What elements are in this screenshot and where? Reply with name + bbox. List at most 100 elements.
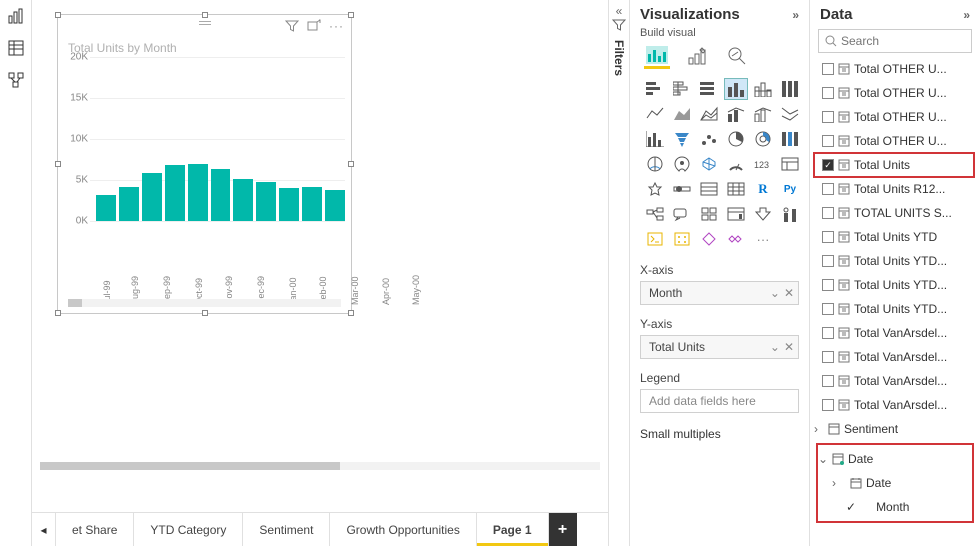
viz-type-item[interactable]: [671, 229, 693, 249]
viz-type-item[interactable]: [644, 154, 666, 174]
data-view-icon[interactable]: [6, 38, 26, 58]
field-list-item[interactable]: Total Units YTD...: [814, 273, 980, 297]
field-checkbox[interactable]: [822, 183, 834, 195]
resize-handle[interactable]: [348, 310, 354, 316]
bar[interactable]: [211, 169, 231, 221]
field-list-item[interactable]: Total VanArsdel...: [814, 345, 980, 369]
bar[interactable]: [302, 187, 322, 221]
field-list-item[interactable]: Total VanArsdel...: [814, 369, 980, 393]
report-canvas[interactable]: ··· Total Units by Month 0K5K10K15K20KJu…: [32, 0, 608, 512]
viz-type-item[interactable]: [698, 229, 720, 249]
field-list-item[interactable]: Total Units R12...: [814, 177, 980, 201]
bar[interactable]: [119, 187, 139, 221]
filter-icon[interactable]: [285, 19, 299, 33]
viz-type-item[interactable]: [698, 154, 720, 174]
collapse-data-icon[interactable]: »: [963, 8, 970, 22]
resize-handle[interactable]: [55, 161, 61, 167]
y-axis-field-chip[interactable]: Total Units: [649, 340, 705, 354]
viz-type-item[interactable]: [698, 79, 720, 99]
collapse-visualizations-icon[interactable]: »: [792, 8, 799, 22]
viz-type-item[interactable]: [644, 229, 666, 249]
field-list-item[interactable]: Total VanArsdel...: [814, 393, 980, 417]
bar[interactable]: [165, 165, 185, 221]
field-checkbox[interactable]: [822, 111, 834, 123]
add-page-button[interactable]: +: [549, 513, 577, 546]
viz-type-item[interactable]: [725, 104, 747, 124]
field-checkbox[interactable]: [822, 207, 834, 219]
field-list-item[interactable]: ✓Total Units: [814, 153, 974, 177]
format-visual-tab[interactable]: [684, 43, 710, 69]
viz-type-item[interactable]: [671, 104, 693, 124]
field-checkbox[interactable]: [822, 327, 834, 339]
viz-type-item[interactable]: [698, 129, 720, 149]
viz-type-item[interactable]: [725, 154, 747, 174]
viz-type-item[interactable]: [725, 204, 747, 224]
build-visual-tab[interactable]: [644, 43, 670, 69]
viz-type-item[interactable]: [752, 204, 774, 224]
viz-type-item[interactable]: [644, 79, 666, 99]
viz-type-item[interactable]: [644, 129, 666, 149]
page-tab[interactable]: Growth Opportunities: [330, 513, 476, 546]
resize-handle[interactable]: [202, 310, 208, 316]
expand-caret-icon[interactable]: ›: [832, 476, 842, 490]
expand-caret-icon[interactable]: ›: [814, 422, 824, 436]
viz-type-item[interactable]: [644, 179, 666, 199]
data-search[interactable]: [818, 29, 972, 53]
legend-well[interactable]: Add data fields here: [640, 389, 799, 413]
chevron-down-icon[interactable]: ⌄: [770, 340, 780, 354]
bar[interactable]: [142, 173, 162, 221]
field-list-item[interactable]: Total OTHER U...: [814, 105, 980, 129]
viz-type-item[interactable]: [779, 154, 801, 174]
field-checkbox[interactable]: [822, 135, 834, 147]
viz-type-item[interactable]: [725, 229, 747, 249]
table-name[interactable]: Date: [848, 452, 873, 466]
bar[interactable]: [279, 188, 299, 221]
field-checkbox[interactable]: [822, 375, 834, 387]
table-node[interactable]: ⌄Date: [818, 447, 972, 471]
focus-mode-icon[interactable]: [307, 19, 321, 33]
field-list-item[interactable]: ✓Month: [818, 495, 972, 519]
field-checkbox[interactable]: ✓: [822, 159, 834, 171]
viz-type-item[interactable]: [671, 154, 693, 174]
field-list-item[interactable]: Total Units YTD: [814, 225, 980, 249]
remove-field-icon[interactable]: ✕: [784, 340, 794, 354]
visual-h-scrollbar[interactable]: [68, 299, 341, 307]
viz-type-item[interactable]: [752, 104, 774, 124]
field-list-item[interactable]: Total OTHER U...: [814, 57, 980, 81]
viz-type-item[interactable]: [725, 129, 747, 149]
viz-type-item[interactable]: [779, 204, 801, 224]
viz-type-item[interactable]: [779, 129, 801, 149]
viz-type-item[interactable]: [644, 204, 666, 224]
canvas-h-scrollbar[interactable]: [40, 462, 600, 470]
field-list-item[interactable]: Total Units YTD...: [814, 249, 980, 273]
page-tab[interactable]: YTD Category: [134, 513, 243, 546]
field-list-item[interactable]: Total VanArsdel...: [814, 321, 980, 345]
tabs-scroll-left[interactable]: ◂: [32, 513, 56, 546]
y-axis-well[interactable]: Total Units ⌄ ✕: [640, 335, 799, 359]
x-axis-field-chip[interactable]: Month: [649, 286, 682, 300]
viz-type-item[interactable]: [725, 79, 747, 99]
resize-handle[interactable]: [55, 12, 61, 18]
field-checkbox[interactable]: [822, 231, 834, 243]
viz-type-item[interactable]: [752, 129, 774, 149]
filters-pane-collapsed[interactable]: « Filters: [608, 0, 630, 546]
expand-filters-icon[interactable]: «: [616, 4, 623, 18]
viz-type-item[interactable]: R: [752, 179, 774, 199]
resize-handle[interactable]: [55, 310, 61, 316]
field-checkbox[interactable]: [822, 87, 834, 99]
bar[interactable]: [233, 179, 253, 221]
resize-handle[interactable]: [348, 12, 354, 18]
field-list-item[interactable]: TOTAL UNITS S...: [814, 201, 980, 225]
field-checkbox[interactable]: ✓: [846, 500, 856, 514]
table-node[interactable]: ›Sentiment: [814, 417, 980, 441]
viz-type-item[interactable]: [671, 204, 693, 224]
bar[interactable]: [188, 164, 208, 221]
more-options-icon[interactable]: ···: [329, 19, 343, 33]
bar[interactable]: [325, 190, 345, 221]
field-checkbox[interactable]: [822, 63, 834, 75]
viz-type-item[interactable]: [725, 179, 747, 199]
viz-type-item[interactable]: [671, 179, 693, 199]
remove-field-icon[interactable]: ✕: [784, 286, 794, 300]
viz-type-item[interactable]: ···: [752, 229, 774, 249]
page-tab[interactable]: Page 1: [477, 513, 549, 546]
